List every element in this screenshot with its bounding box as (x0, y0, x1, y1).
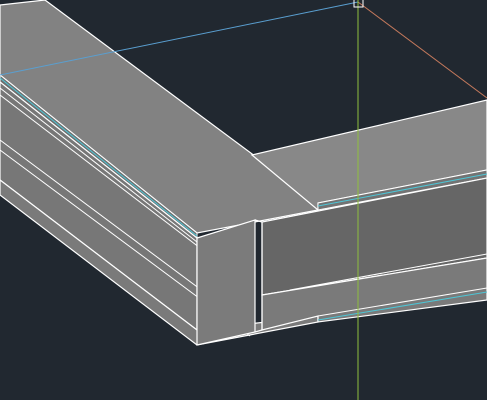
horizontal-beam-end-outline (254, 219, 263, 333)
crosshair-z-axis (357, 1, 487, 99)
cad-viewport[interactable] (0, 0, 487, 400)
diagonal-beam-end-face (196, 219, 256, 346)
model-canvas[interactable] (0, 0, 487, 400)
